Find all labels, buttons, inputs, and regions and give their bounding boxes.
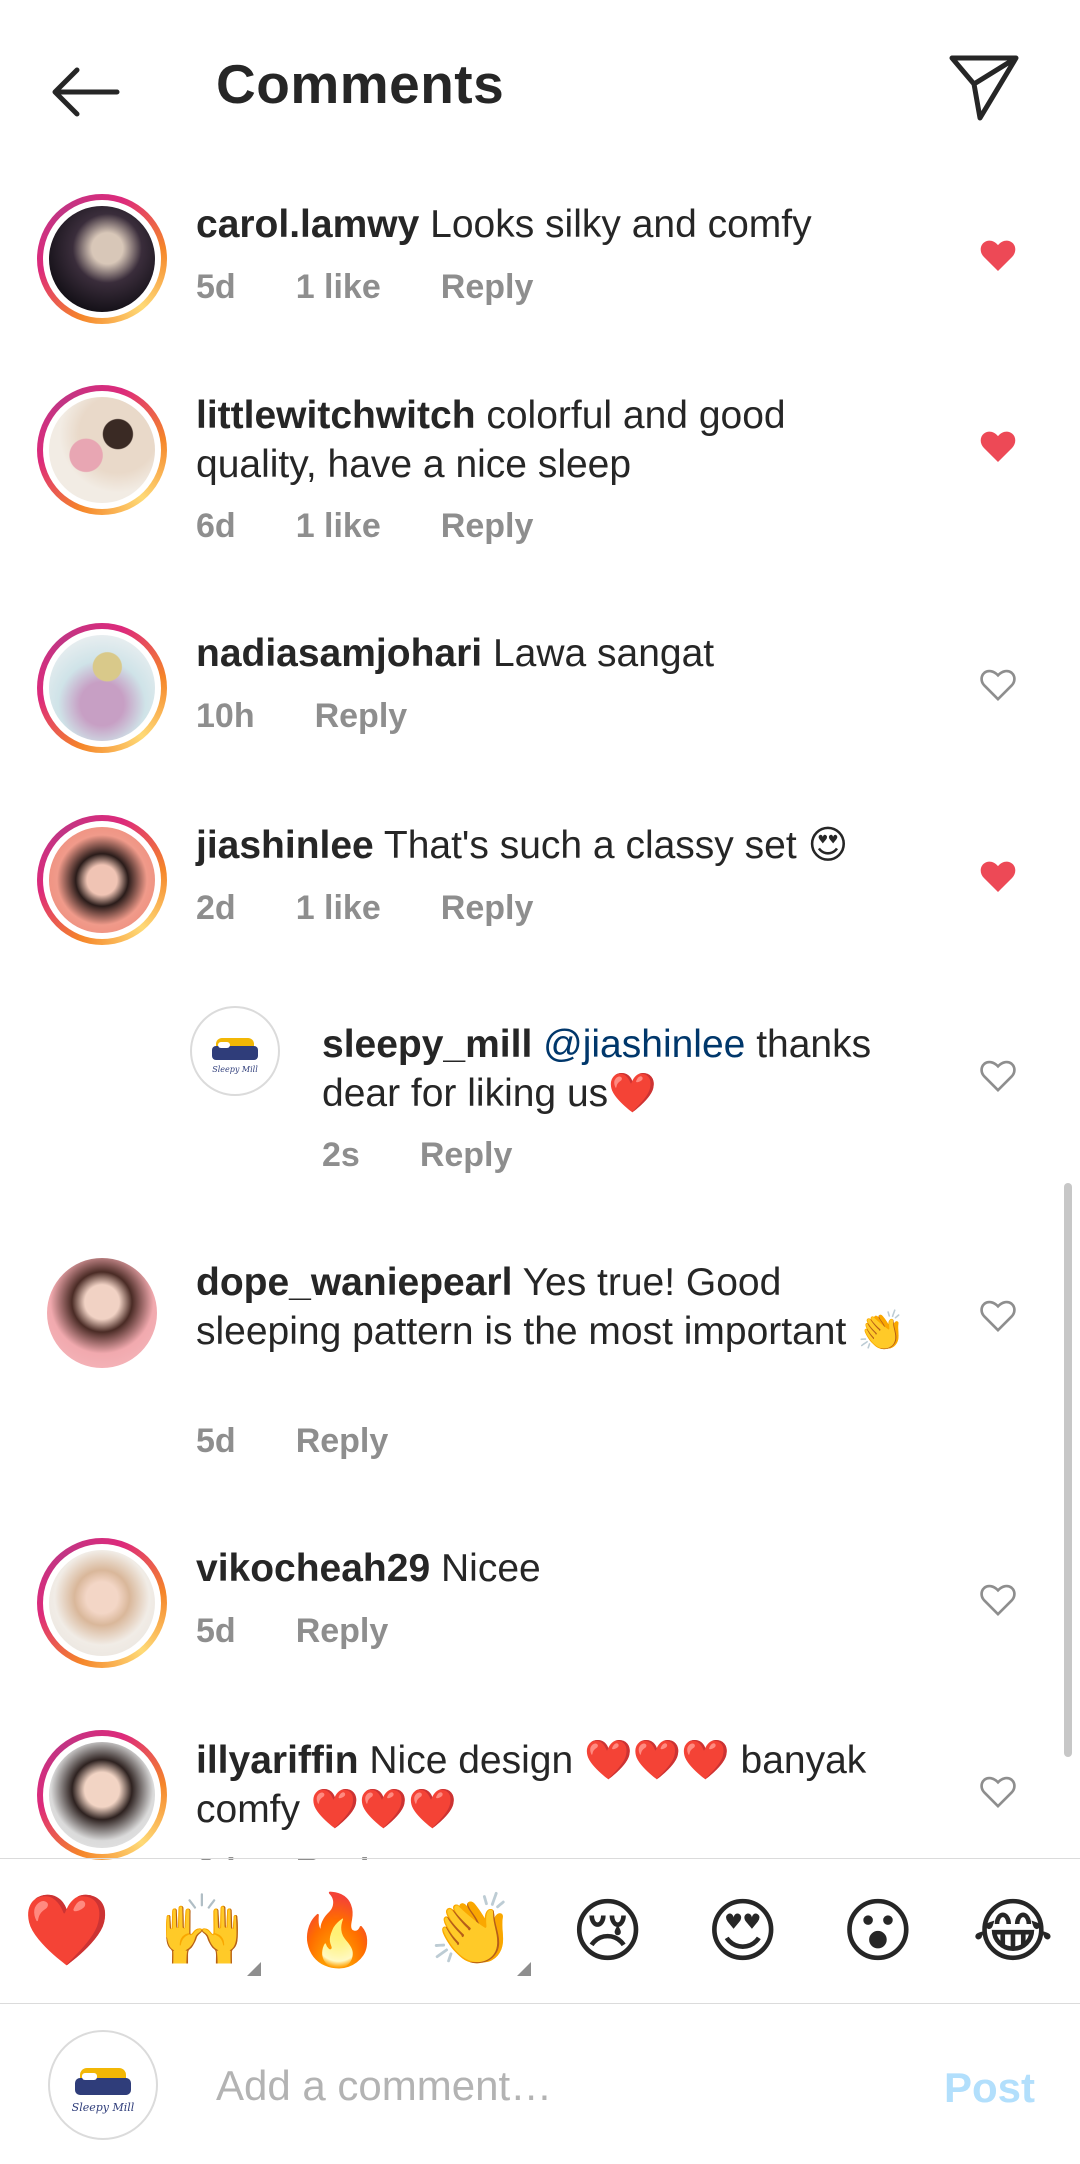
avatar[interactable]: [37, 194, 167, 324]
comment-text: jiashinlee That's such a classy set 😍: [196, 821, 916, 870]
comment-text: sleepy_mill @jiashinlee thanks dear for …: [322, 1020, 922, 1118]
reply-button[interactable]: Reply: [441, 268, 534, 307]
comment-body: Lawa sangat: [492, 632, 715, 675]
heart-outline-icon[interactable]: [978, 1056, 1018, 1096]
comment-text: illyariffin Nice design ❤️❤️❤️ banyak co…: [196, 1736, 916, 1834]
avatar[interactable]: [37, 1730, 167, 1860]
comment-composer: Sleepy Mill Post: [0, 2006, 1080, 2164]
like-count[interactable]: 1 like: [296, 268, 381, 307]
reply-button[interactable]: Reply: [315, 697, 408, 736]
comment-item: illyariffin Nice design ❤️❤️❤️ banyak co…: [0, 1718, 1080, 1860]
comment-time: 5d: [196, 268, 236, 306]
emoji-raised-hands[interactable]: 🙌: [157, 1886, 262, 1976]
username[interactable]: nadiasamjohari: [196, 632, 482, 675]
comment-item: vikocheah29 Nicee 5d Reply: [0, 1526, 1080, 1686]
username[interactable]: jiashinlee: [196, 824, 374, 867]
reply-button[interactable]: Reply: [441, 507, 534, 546]
emoji-surprised-face[interactable]: 😮: [833, 1886, 923, 1976]
header: Comments: [0, 0, 1080, 170]
comment-meta: 10h Reply: [196, 697, 467, 736]
comment-text: dope_waniepearl Yes true! Good sleeping …: [196, 1258, 916, 1356]
comment-body: That's such a classy set 😍: [383, 824, 849, 867]
emoji-glyph: 🙌: [158, 1891, 246, 1969]
svg-text:Sleepy Mill: Sleepy Mill: [72, 2101, 135, 2114]
avatar[interactable]: [47, 1258, 157, 1368]
comment-item: dope_waniepearl Yes true! Good sleeping …: [0, 1238, 1080, 1488]
avatar[interactable]: [37, 815, 167, 945]
post-button[interactable]: Post: [944, 2064, 1035, 2112]
heart-filled-icon[interactable]: [978, 857, 1018, 897]
heart-filled-icon[interactable]: [978, 427, 1018, 467]
page-title: Comments: [216, 53, 505, 115]
heart-filled-icon[interactable]: [978, 236, 1018, 276]
direct-share-icon[interactable]: [946, 48, 1022, 124]
emoji-glyph: 👏: [428, 1891, 516, 1969]
heart-outline-icon[interactable]: [978, 1580, 1018, 1620]
username[interactable]: carol.lamwy: [196, 203, 419, 246]
comment-time: 2d: [196, 889, 236, 927]
comment-time: 2s: [322, 1136, 360, 1174]
comment-time: 5d: [196, 1422, 236, 1460]
emoji-reaction-bar: ❤️ 🙌 🔥 👏 😢 😍 😮 😂: [0, 1858, 1080, 2004]
comment-time: 5d: [196, 1612, 236, 1650]
reply-button[interactable]: Reply: [296, 1422, 389, 1461]
avatar[interactable]: [37, 385, 167, 515]
reply-item: Sleepy Mill sleepy_mill @jiashinlee than…: [0, 998, 1080, 1218]
comment-input[interactable]: [214, 2050, 918, 2122]
emoji-tears-of-joy[interactable]: 😂: [968, 1886, 1058, 1976]
username[interactable]: sleepy_mill: [322, 1023, 532, 1066]
sleepy-mill-logo-icon: Sleepy Mill: [72, 2068, 135, 2114]
like-count[interactable]: 1 like: [296, 889, 381, 928]
comment-meta: 2s Reply: [322, 1136, 572, 1175]
comment-meta: 5d Reply: [196, 1422, 448, 1461]
comment-body: Looks silky and comfy: [430, 203, 812, 246]
avatar[interactable]: [37, 1538, 167, 1668]
comment-text: carol.lamwy Looks silky and comfy: [196, 200, 916, 249]
scrollbar[interactable]: [1064, 1183, 1072, 1757]
heart-outline-icon[interactable]: [978, 1772, 1018, 1812]
emoji-heart-eyes[interactable]: 😍: [698, 1886, 788, 1976]
comment-meta: 5d Reply: [196, 1612, 448, 1651]
comment-time: 10h: [196, 697, 255, 735]
username[interactable]: dope_waniepearl: [196, 1261, 512, 1304]
comment-item: jiashinlee That's such a classy set 😍 2d…: [0, 803, 1080, 963]
skin-tone-indicator-icon: [517, 1962, 532, 1976]
emoji-fire[interactable]: 🔥: [292, 1886, 382, 1976]
comment-text: nadiasamjohari Lawa sangat: [196, 629, 916, 678]
comment-meta: 6d 1 like Reply: [196, 507, 593, 546]
reply-button[interactable]: Reply: [296, 1612, 389, 1651]
like-count[interactable]: 1 like: [296, 507, 381, 546]
comment-item: carol.lamwy Looks silky and comfy 5d 1 l…: [0, 182, 1080, 342]
username[interactable]: illyariffin: [196, 1739, 359, 1782]
reply-button[interactable]: Reply: [441, 889, 534, 928]
comment-meta: 5d 1 like Reply: [196, 268, 593, 307]
mention-link[interactable]: @jiashinlee: [543, 1023, 745, 1066]
comment-body: Nicee: [440, 1547, 541, 1590]
comment-text: vikocheah29 Nicee: [196, 1544, 916, 1593]
emoji-heart[interactable]: ❤️: [22, 1886, 112, 1976]
username[interactable]: littlewitchwitch: [196, 394, 476, 437]
svg-text:Sleepy Mill: Sleepy Mill: [212, 1065, 258, 1074]
comment-time: 6d: [196, 507, 236, 545]
avatar[interactable]: Sleepy Mill: [190, 1006, 280, 1096]
emoji-crying-face[interactable]: 😢: [563, 1886, 653, 1976]
comment-meta: 2d 1 like Reply: [196, 889, 593, 928]
heart-outline-icon[interactable]: [978, 665, 1018, 705]
emoji-clapping-hands[interactable]: 👏: [427, 1886, 532, 1976]
comment-item: littlewitchwitch colorful and good quali…: [0, 373, 1080, 573]
comment-item: nadiasamjohari Lawa sangat 10h Reply: [0, 611, 1080, 771]
back-arrow-icon[interactable]: [44, 50, 128, 134]
avatar: Sleepy Mill: [48, 2030, 158, 2140]
sleepy-mill-logo-icon: Sleepy Mill: [212, 1038, 258, 1074]
username[interactable]: vikocheah29: [196, 1547, 430, 1590]
skin-tone-indicator-icon: [247, 1962, 262, 1976]
avatar[interactable]: [37, 623, 167, 753]
comments-list[interactable]: carol.lamwy Looks silky and comfy 5d 1 l…: [0, 170, 1080, 1860]
comment-text: littlewitchwitch colorful and good quali…: [196, 391, 916, 489]
reply-button[interactable]: Reply: [420, 1136, 513, 1175]
heart-outline-icon[interactable]: [978, 1296, 1018, 1336]
